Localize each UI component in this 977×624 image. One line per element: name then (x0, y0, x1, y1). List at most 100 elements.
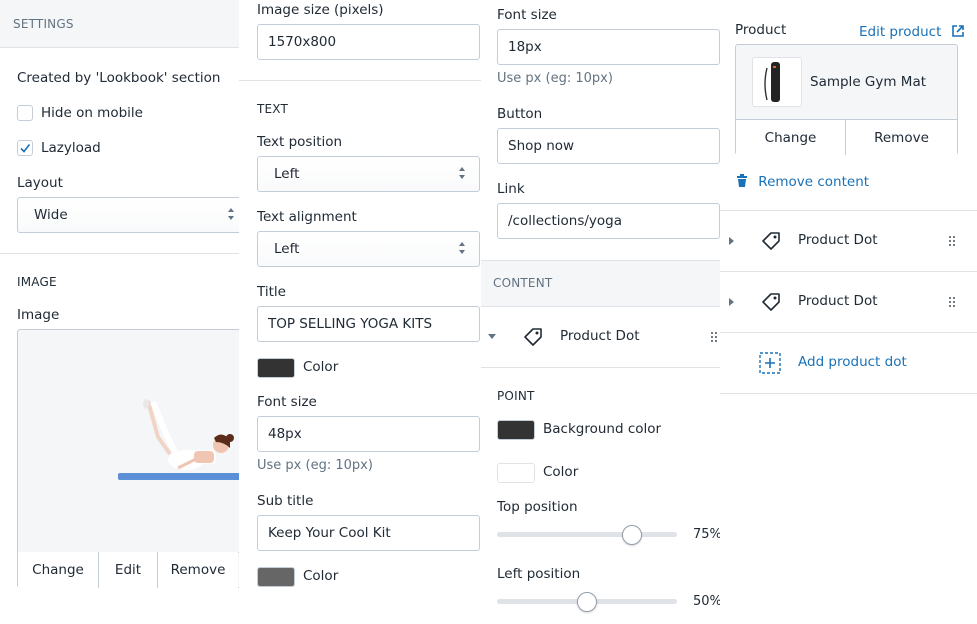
settings-header: SETTINGS (13, 17, 74, 31)
button-text-input[interactable]: Shop now (497, 128, 720, 164)
image-section-header: IMAGE (17, 275, 57, 289)
product-dot-item[interactable]: Product Dot (720, 211, 977, 271)
drag-handle-icon[interactable] (949, 236, 955, 246)
created-by-text: Created by 'Lookbook' section (17, 70, 221, 86)
hide-on-mobile-checkbox[interactable] (17, 105, 33, 121)
image-size-input[interactable]: 1570x800 (257, 24, 480, 60)
sub-title-input[interactable]: Keep Your Cool Kit (257, 515, 480, 551)
check-icon (20, 144, 31, 153)
yoga-image (118, 399, 239, 480)
content-panel: Font size 18px Use px (eg: 10px) Button … (481, 0, 720, 624)
link-label: Link (497, 181, 525, 197)
left-position-slider-handle[interactable] (577, 592, 597, 612)
settings-panel: SETTINGS Created by 'Lookbook' section H… (0, 0, 239, 624)
product-panel: Product Edit product Sample Gym Mat Chan… (720, 0, 977, 624)
trash-icon (737, 174, 747, 187)
product-name: Sample Gym Mat (810, 74, 927, 90)
background-color-swatch[interactable] (497, 420, 535, 440)
product-change-button[interactable]: Change (736, 120, 846, 155)
top-position-slider-handle[interactable] (622, 525, 642, 545)
sub-title-color-label: Color (303, 568, 339, 584)
add-product-dot-button[interactable]: Add product dot (720, 333, 977, 393)
divider (0, 253, 239, 254)
lazyload-checkbox[interactable] (17, 140, 33, 156)
title-color-swatch[interactable] (257, 358, 295, 378)
left-position-value: 50% (693, 594, 720, 609)
font-size-help: Use px (eg: 10px) (257, 458, 373, 473)
image-label: Image (17, 307, 60, 323)
remove-content-label: Remove content (758, 174, 870, 190)
gym-mat-image (764, 62, 780, 102)
text-alignment-select[interactable]: Left (257, 231, 480, 267)
tag-icon (762, 232, 780, 250)
button-font-size-label: Font size (497, 7, 557, 23)
color-label: Color (543, 464, 579, 480)
product-label: Product (735, 22, 787, 38)
image-size-label: Image size (pixels) (257, 2, 384, 18)
font-size-label: Font size (257, 394, 317, 410)
button-font-size-input[interactable]: 18px (497, 29, 720, 65)
sub-title-color-swatch[interactable] (257, 567, 295, 587)
text-position-select[interactable]: Left (257, 156, 480, 192)
text-panel: Image size (pixels) 1570x800 TEXT Text p… (239, 0, 481, 624)
text-section-header: TEXT (257, 102, 289, 116)
drag-handle-icon[interactable] (711, 332, 717, 342)
layout-select[interactable]: Wide (17, 197, 239, 233)
lazyload-label: Lazyload (41, 140, 101, 156)
edit-product-label: Edit product (859, 24, 942, 40)
top-position-label: Top position (497, 499, 578, 515)
title-color-label: Color (303, 359, 339, 375)
product-remove-button[interactable]: Remove (846, 120, 957, 155)
image-picker[interactable]: Change Edit Remove (17, 329, 239, 588)
layout-label: Layout (17, 175, 63, 191)
product-thumbnail (752, 57, 802, 107)
image-edit-button[interactable]: Edit (99, 552, 158, 588)
product-card: Sample Gym Mat Change Remove (735, 44, 958, 155)
text-alignment-label: Text alignment (257, 209, 357, 225)
top-position-value: 75% (693, 527, 720, 542)
sub-title-label: Sub title (257, 493, 314, 509)
content-header: CONTENT (493, 276, 553, 290)
product-dot-label: Product Dot (798, 293, 878, 309)
add-icon (759, 352, 781, 374)
select-arrows-icon (459, 242, 467, 256)
content-item-product-dot[interactable]: Product Dot (481, 307, 720, 367)
button-font-size-help: Use px (eg: 10px) (497, 71, 613, 86)
title-label: Title (257, 284, 286, 300)
top-position-slider[interactable] (497, 532, 677, 537)
color-swatch[interactable] (497, 463, 535, 483)
divider (720, 393, 977, 394)
add-product-dot-label: Add product dot (798, 354, 907, 370)
text-alignment-value: Left (274, 241, 300, 257)
tag-icon (762, 293, 780, 311)
chevron-right-icon (729, 237, 734, 245)
remove-content-link[interactable]: Remove content (736, 172, 869, 190)
text-position-value: Left (274, 166, 300, 182)
hide-on-mobile-label: Hide on mobile (41, 105, 143, 121)
divider (0, 47, 239, 48)
link-input[interactable]: /collections/yoga (497, 203, 720, 239)
chevron-right-icon (729, 298, 734, 306)
layout-value: Wide (34, 207, 68, 223)
select-arrows-icon (459, 167, 467, 181)
select-arrows-icon (228, 208, 236, 222)
button-label: Button (497, 106, 543, 122)
external-link-icon (951, 25, 964, 37)
text-position-label: Text position (257, 134, 343, 150)
product-dot-label: Product Dot (798, 232, 878, 248)
left-position-label: Left position (497, 566, 581, 582)
image-remove-button[interactable]: Remove (158, 552, 238, 588)
chevron-down-icon (488, 334, 496, 339)
divider (239, 80, 481, 81)
content-item-label: Product Dot (560, 328, 640, 344)
point-section-header: POINT (497, 389, 535, 403)
tag-icon (524, 328, 542, 346)
edit-product-link[interactable]: Edit product (859, 22, 965, 40)
background-color-label: Background color (543, 421, 662, 437)
font-size-input[interactable]: 48px (257, 416, 480, 452)
drag-handle-icon[interactable] (949, 297, 955, 307)
title-input[interactable]: TOP SELLING YOGA KITS (257, 306, 480, 342)
divider (481, 367, 720, 368)
image-change-button[interactable]: Change (18, 552, 99, 588)
product-dot-item[interactable]: Product Dot (720, 272, 977, 332)
